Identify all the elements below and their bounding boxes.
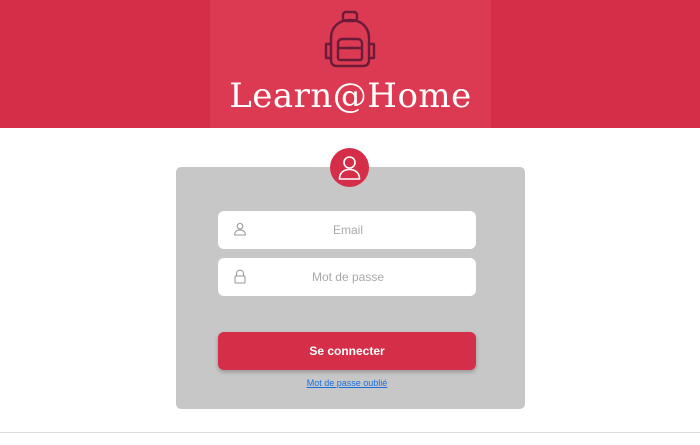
user-icon: [234, 222, 246, 236]
password-input[interactable]: [258, 258, 438, 296]
login-button[interactable]: Se connecter: [218, 332, 476, 370]
password-field[interactable]: [218, 258, 476, 296]
email-input[interactable]: [258, 211, 438, 249]
backpack-icon: [324, 10, 376, 68]
app-title: Learn@Home: [229, 76, 472, 116]
user-icon: [338, 156, 361, 180]
avatar: [330, 148, 369, 187]
lock-icon: [234, 269, 246, 284]
forgot-password-link[interactable]: Mot de passe oublié: [218, 378, 476, 388]
email-field[interactable]: [218, 211, 476, 249]
footer-divider: [0, 432, 700, 433]
